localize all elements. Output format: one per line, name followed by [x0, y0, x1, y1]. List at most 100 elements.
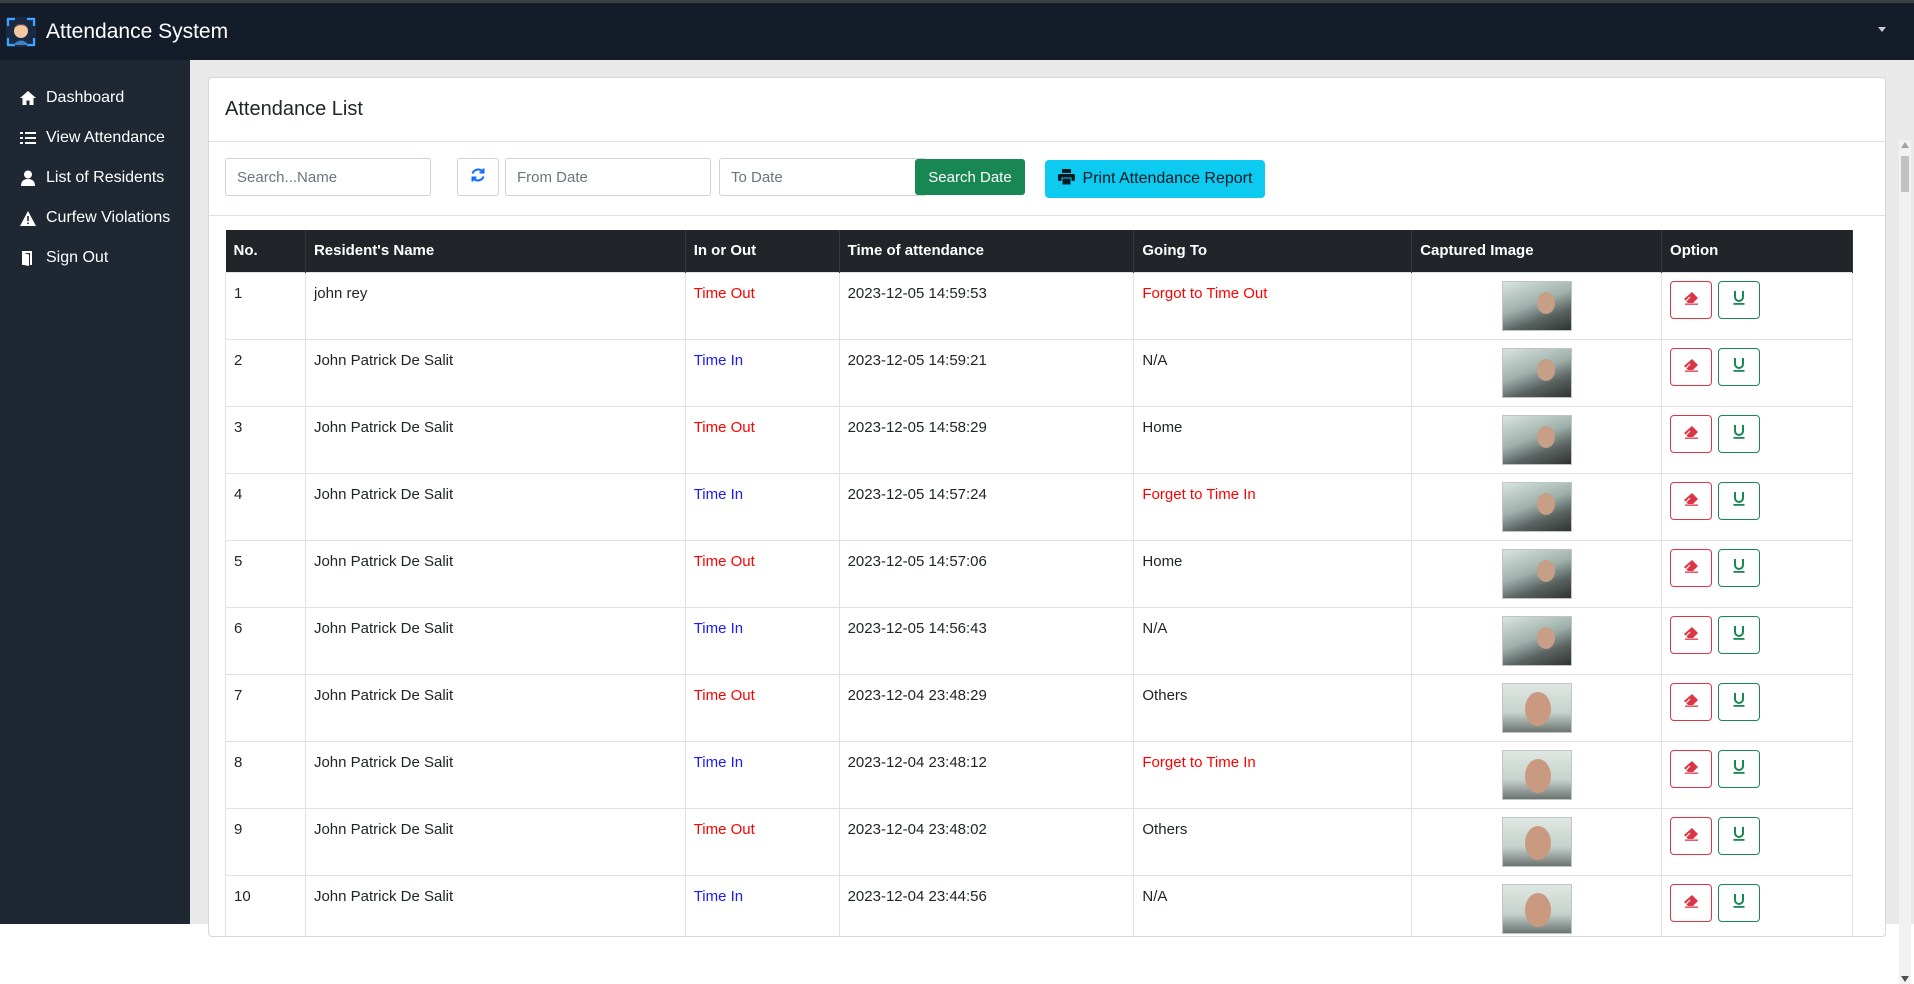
update-button[interactable] — [1718, 883, 1761, 922]
update-button[interactable] — [1718, 816, 1761, 855]
delete-button[interactable] — [1670, 749, 1713, 788]
delete-button[interactable] — [1670, 414, 1713, 453]
captured-image-thumbnail[interactable] — [1501, 347, 1572, 398]
going-to: Forget to Time In — [1133, 740, 1413, 809]
eraser-icon — [1683, 626, 1699, 644]
update-button[interactable] — [1718, 682, 1761, 721]
search-input[interactable] — [225, 158, 431, 196]
sidebar-item-view-attendance[interactable]: View Attendance — [0, 118, 190, 158]
resident-name: John Patrick De Salit — [304, 673, 686, 742]
column-header[interactable]: In or Out — [685, 230, 840, 272]
eraser-icon — [1683, 760, 1699, 778]
underline-icon — [1732, 759, 1746, 779]
update-button[interactable] — [1718, 280, 1761, 319]
brand[interactable]: Attendance System — [5, 16, 228, 48]
page-scrollbar[interactable] — [1899, 140, 1911, 984]
row-number: 7 — [225, 673, 306, 742]
face-photo — [1524, 892, 1551, 927]
column-header[interactable]: Going To — [1133, 230, 1413, 272]
underline-icon — [1732, 692, 1746, 712]
scroll-up-icon[interactable] — [1901, 142, 1909, 148]
captured-image-thumbnail[interactable] — [1501, 615, 1572, 666]
from-date-field[interactable] — [505, 158, 711, 196]
underline-icon — [1732, 424, 1746, 444]
update-button[interactable] — [1718, 347, 1761, 386]
list-icon — [18, 131, 38, 145]
captured-image-thumbnail[interactable] — [1501, 548, 1572, 599]
door-exit-icon — [18, 250, 38, 266]
sidebar-item-curfew-violations[interactable]: Curfew Violations — [0, 198, 190, 238]
delete-button[interactable] — [1670, 816, 1713, 855]
captured-image-thumbnail[interactable] — [1501, 883, 1572, 934]
delete-button[interactable] — [1670, 615, 1713, 654]
going-to: Others — [1133, 807, 1413, 876]
captured-image-cell — [1411, 539, 1663, 608]
to-date-field[interactable] — [719, 158, 927, 196]
resident-name: John Patrick De Salit — [304, 740, 686, 809]
captured-image-thumbnail[interactable] — [1501, 749, 1572, 800]
in-out-status: Time Out — [684, 405, 840, 474]
scroll-down-icon[interactable] — [1901, 976, 1909, 982]
top-navbar: Attendance System — [0, 0, 1914, 60]
option-cell — [1661, 807, 1853, 876]
update-button[interactable] — [1718, 414, 1761, 453]
update-button[interactable] — [1718, 615, 1761, 654]
sidebar-item-sign-out[interactable]: Sign Out — [0, 238, 190, 278]
chevron-down-icon[interactable] — [1878, 27, 1886, 32]
update-button[interactable] — [1718, 749, 1761, 788]
column-header: Option — [1661, 230, 1853, 272]
sidebar-item-list-of-residents[interactable]: List of Residents — [0, 158, 190, 198]
eraser-icon — [1683, 425, 1699, 443]
print-report-button[interactable]: Print Attendance Report — [1045, 160, 1265, 198]
captured-image-cell — [1411, 472, 1663, 541]
column-header[interactable]: No. — [225, 230, 306, 272]
captured-image-thumbnail[interactable] — [1501, 280, 1572, 331]
resident-name: John Patrick De Salit — [304, 405, 686, 474]
option-cell — [1661, 874, 1853, 936]
resident-name: John Patrick De Salit — [304, 472, 686, 541]
eraser-icon — [1683, 492, 1699, 510]
eraser-icon — [1683, 894, 1699, 912]
delete-button[interactable] — [1670, 481, 1713, 520]
update-button[interactable] — [1718, 548, 1761, 587]
delete-button[interactable] — [1670, 347, 1713, 386]
sidebar-item-label: View Attendance — [46, 129, 165, 146]
captured-image-thumbnail[interactable] — [1501, 816, 1572, 867]
underline-icon — [1732, 826, 1746, 846]
resident-name: John Patrick De Salit — [304, 338, 686, 407]
captured-image-thumbnail[interactable] — [1501, 481, 1572, 532]
face-photo — [1536, 291, 1555, 314]
column-header[interactable]: Time of attendance — [839, 230, 1135, 272]
resident-name: John Patrick De Salit — [304, 539, 686, 608]
attendance-time: 2023-12-04 23:48:29 — [838, 673, 1135, 742]
captured-image-cell — [1411, 271, 1663, 340]
home-icon — [18, 90, 38, 106]
column-header[interactable]: Captured Image — [1411, 230, 1663, 272]
captured-image-thumbnail[interactable] — [1501, 414, 1572, 465]
sidebar-item-label: Curfew Violations — [46, 209, 171, 226]
table-row: 1 john rey Time Out 2023-12-05 14:59:53 Forg… — [225, 271, 1853, 340]
table-row: 7 John Patrick De Salit Time Out 2023-12-04… — [225, 673, 1853, 742]
scrollbar-thumb[interactable] — [1901, 156, 1909, 192]
attendance-time: 2023-12-04 23:48:02 — [838, 807, 1135, 876]
attendance-time: 2023-12-04 23:44:56 — [838, 874, 1135, 936]
captured-image-thumbnail[interactable] — [1501, 682, 1572, 733]
delete-button[interactable] — [1670, 682, 1713, 721]
update-button[interactable] — [1718, 481, 1761, 520]
column-header[interactable]: Resident's Name — [305, 230, 686, 272]
delete-button[interactable] — [1670, 548, 1713, 587]
underline-icon — [1732, 625, 1746, 645]
option-cell — [1661, 673, 1853, 742]
face-photo — [1536, 492, 1555, 515]
option-cell — [1661, 338, 1853, 407]
delete-button[interactable] — [1670, 883, 1713, 922]
face-photo — [1536, 425, 1555, 448]
face-photo — [1524, 758, 1551, 793]
table-row: 3 John Patrick De Salit Time Out 2023-12-05… — [225, 405, 1853, 474]
delete-button[interactable] — [1670, 280, 1713, 319]
option-cell — [1661, 472, 1853, 541]
refresh-button[interactable] — [457, 158, 499, 196]
sidebar-item-dashboard[interactable]: Dashboard — [0, 78, 190, 118]
resident-name: John Patrick De Salit — [304, 807, 686, 876]
search-date-button[interactable]: Search Date — [915, 159, 1025, 195]
